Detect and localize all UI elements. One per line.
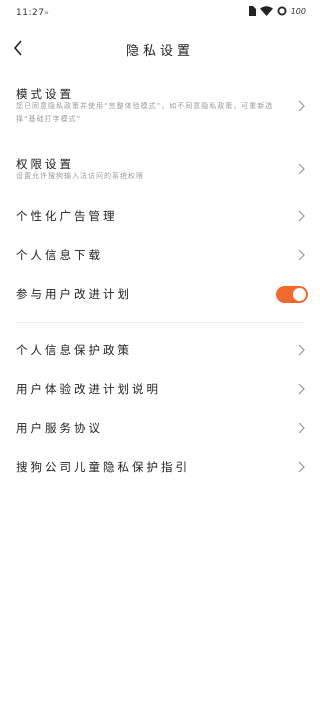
child-privacy-title: 搜狗公司儿童隐私保护指引	[16, 460, 190, 474]
service-agreement-link[interactable]: 用户服务协议	[0, 414, 320, 444]
mode-settings-desc: 您已同意隐私政策并使用“完整体验模式”，如不同意隐私政策，可重新选择“基础打字模…	[16, 102, 274, 123]
page-title: 隐私设置	[125, 44, 194, 59]
chevron-right-icon	[298, 210, 305, 222]
chevron-right-icon	[298, 461, 305, 473]
status-bar: 11:27 » 100	[0, 0, 320, 28]
personalized-ads-item[interactable]: 个性化广告管理	[0, 202, 320, 232]
nav-bar: 隐私设置	[0, 30, 320, 66]
chevron-right-icon	[298, 344, 305, 356]
mode-settings-item[interactable]: 模式设置 您已同意隐私政策并使用“完整体验模式”，如不同意隐私政策，可重新选择“…	[0, 80, 320, 138]
sim-card-icon	[248, 6, 256, 16]
status-time: 11:27	[16, 8, 45, 18]
wifi-icon	[259, 6, 273, 16]
permission-settings-desc: 设置允许搜狗输入法访问的系统权限	[16, 172, 144, 180]
chevron-right-icon	[298, 422, 305, 434]
privacy-policy-title: 个人信息保护政策	[16, 343, 132, 357]
chevron-right-icon	[298, 100, 305, 112]
info-download-title: 个人信息下载	[16, 248, 103, 262]
chevron-right-icon	[298, 249, 305, 261]
personalized-ads-title: 个性化广告管理	[16, 209, 118, 223]
chevron-right-icon	[298, 383, 305, 395]
service-agreement-title: 用户服务协议	[16, 421, 103, 435]
permission-settings-item[interactable]: 权限设置 设置允许搜狗输入法访问的系统权限	[0, 150, 320, 190]
improvement-plan-title: 参与用户改进计划	[16, 287, 132, 301]
improvement-plan-item: 参与用户改进计划	[0, 280, 320, 310]
improvement-plan-toggle[interactable]	[276, 286, 308, 303]
toggle-knob	[293, 288, 306, 301]
status-icons: 100	[248, 6, 306, 16]
chevron-right-icon	[298, 163, 305, 175]
battery-level: 100	[290, 6, 306, 16]
battery-saver-icon	[277, 6, 287, 16]
experience-plan-link[interactable]: 用户体验改进计划说明	[0, 375, 320, 405]
child-privacy-link[interactable]: 搜狗公司儿童隐私保护指引	[0, 453, 320, 483]
info-download-item[interactable]: 个人信息下载	[0, 241, 320, 271]
notification-icon: »	[44, 8, 49, 17]
experience-plan-title: 用户体验改进计划说明	[16, 382, 161, 396]
privacy-policy-link[interactable]: 个人信息保护政策	[0, 336, 320, 366]
section-divider	[16, 322, 304, 323]
